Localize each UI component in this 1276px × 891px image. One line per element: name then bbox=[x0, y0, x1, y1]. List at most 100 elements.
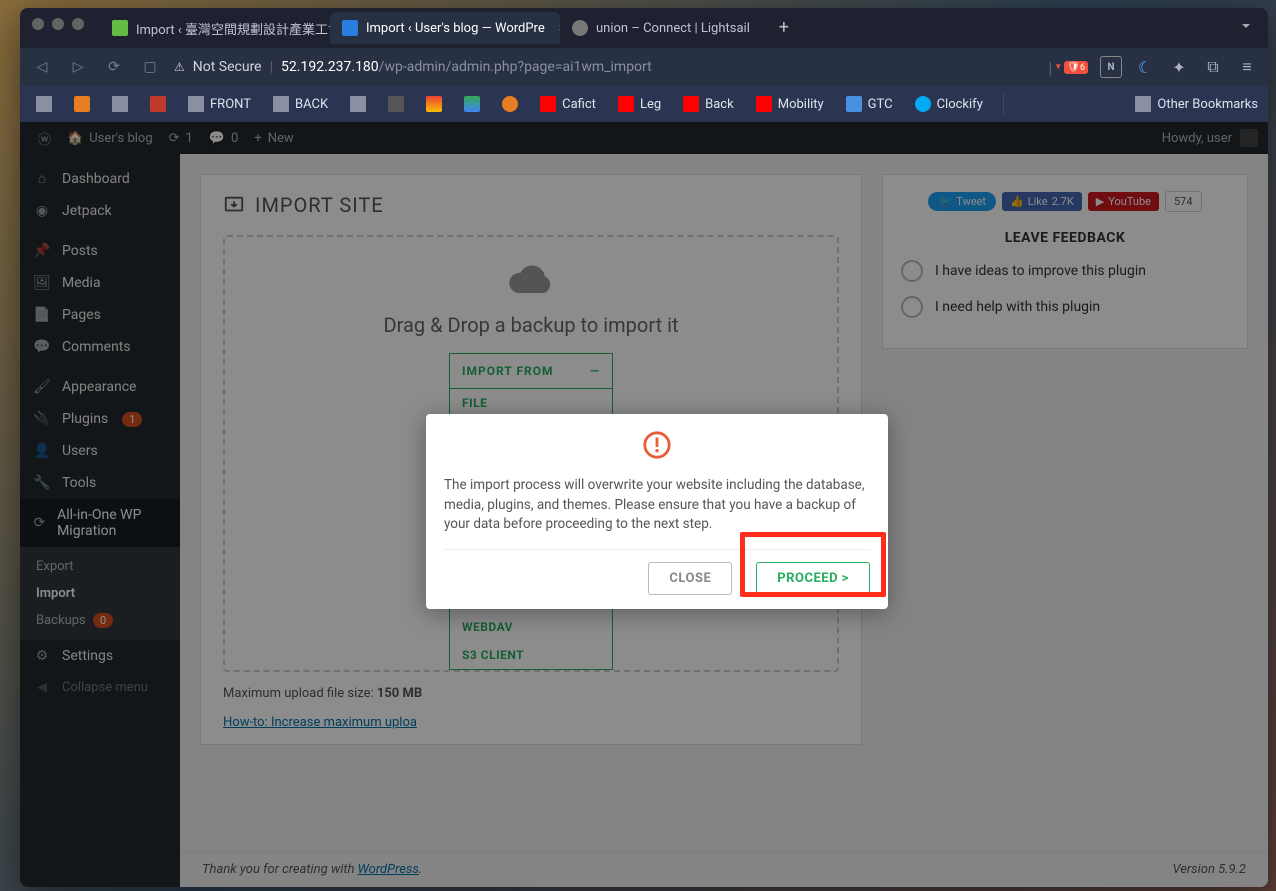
bm-folder-1[interactable] bbox=[30, 92, 58, 116]
traffic-max[interactable] bbox=[72, 18, 84, 30]
pip-icon[interactable]: ⧉ bbox=[1202, 56, 1224, 78]
bm-2[interactable] bbox=[68, 92, 96, 116]
bm-leg[interactable]: Leg bbox=[612, 92, 667, 116]
bm-back[interactable]: BACK bbox=[267, 92, 334, 116]
feedback-heading: LEAVE FEEDBACK bbox=[901, 230, 1229, 246]
url-display[interactable]: ⚠ Not Secure | 52.192.237.180/wp-admin/a… bbox=[174, 59, 1036, 75]
wp-admin-bar: ⓦ 🏠 User's blog ⟳ 1 💬 0 + New Howdy, use… bbox=[20, 122, 1268, 154]
howdy-label[interactable]: Howdy, user bbox=[1162, 131, 1232, 146]
bm-7[interactable] bbox=[382, 92, 410, 116]
wp-logo[interactable]: ⓦ bbox=[30, 129, 59, 148]
new-tab-button[interactable]: + bbox=[770, 14, 798, 42]
menu-comments[interactable]: 💬Comments bbox=[20, 331, 180, 363]
menu-media[interactable]: 🖼Media bbox=[20, 267, 180, 299]
youtube-count: 574 bbox=[1165, 191, 1202, 212]
plugins-badge: 1 bbox=[122, 412, 142, 427]
submenu-export[interactable]: Export bbox=[20, 553, 180, 580]
import-from-header[interactable]: IMPORT FROM— bbox=[450, 354, 612, 389]
address-bar: ◁ ▷ ⟳ ▢ ⚠ Not Secure | 52.192.237.180/wp… bbox=[20, 48, 1268, 86]
submenu-backups[interactable]: Backups 0 bbox=[20, 607, 180, 634]
opt-s3[interactable]: S3 CLIENT bbox=[450, 641, 612, 669]
bm-4[interactable] bbox=[144, 92, 172, 116]
social-buttons: 🐦 Tweet 👍 Like 2.7K ▶ YouTube 574 bbox=[901, 191, 1229, 212]
ai1wm-submenu: Export Import Backups 0 bbox=[20, 547, 180, 640]
menu-users[interactable]: 👤Users bbox=[20, 435, 180, 467]
updates-link[interactable]: ⟳ 1 bbox=[161, 131, 201, 146]
modal-text: The import process will overwrite your w… bbox=[444, 476, 870, 535]
forward-button[interactable]: ▷ bbox=[66, 59, 90, 75]
menu-posts[interactable]: 📌Posts bbox=[20, 235, 180, 267]
traffic-lights bbox=[32, 18, 84, 30]
import-icon bbox=[223, 194, 245, 216]
bm-gtc[interactable]: GTC bbox=[840, 92, 899, 116]
tweet-button[interactable]: 🐦 Tweet bbox=[928, 192, 996, 211]
wordpress-link[interactable]: WordPress bbox=[358, 862, 419, 877]
moon-icon[interactable]: ☾ bbox=[1134, 56, 1156, 78]
wp-footer: Thank you for creating with WordPress. V… bbox=[180, 851, 1268, 887]
version-label: Version 5.9.2 bbox=[1172, 862, 1246, 877]
brave-shield[interactable]: 🛡6 bbox=[1064, 61, 1088, 74]
menu-appearance[interactable]: 🖌Appearance bbox=[20, 371, 180, 403]
proceed-button[interactable]: PROCEED > bbox=[756, 562, 870, 595]
tab-0-title: Import ‹ 臺灣空間規劃設計產業工會 — bbox=[136, 19, 330, 38]
reload-button[interactable]: ⟳ bbox=[102, 59, 126, 75]
menu-jetpack[interactable]: ◉Jetpack bbox=[20, 195, 180, 227]
bm-back2[interactable]: Back bbox=[677, 92, 740, 116]
bookmarks-bar: FRONT BACK Cafict Leg Back Mobility GTC … bbox=[20, 86, 1268, 122]
avatar[interactable] bbox=[1240, 129, 1258, 147]
youtube-button[interactable]: ▶ YouTube bbox=[1088, 192, 1159, 211]
menu-settings[interactable]: ⚙Settings bbox=[20, 640, 180, 672]
traffic-min[interactable] bbox=[52, 18, 64, 30]
tab-0[interactable]: Import ‹ 臺灣空間規劃設計產業工會 — bbox=[100, 12, 330, 44]
opt-file[interactable]: FILE bbox=[450, 389, 612, 417]
tab-1[interactable]: Import ‹ User's blog — WordPre × bbox=[330, 12, 560, 44]
warning-icon bbox=[444, 430, 870, 464]
feedback-opt-help[interactable]: I need help with this plugin bbox=[901, 296, 1229, 318]
submenu-import[interactable]: Import bbox=[20, 580, 180, 607]
menu-plugins[interactable]: 🔌Plugins1 bbox=[20, 403, 180, 435]
new-link[interactable]: + New bbox=[246, 131, 301, 146]
bookmark-icon[interactable]: ▢ bbox=[138, 59, 162, 75]
menu-pages[interactable]: 📄Pages bbox=[20, 299, 180, 331]
extensions-icon[interactable]: ✦ bbox=[1168, 56, 1190, 78]
traffic-close[interactable] bbox=[32, 18, 44, 30]
back-button[interactable]: ◁ bbox=[30, 59, 54, 75]
cloud-upload-icon bbox=[509, 263, 553, 299]
minus-icon: — bbox=[590, 364, 600, 378]
confirm-modal: The import process will overwrite your w… bbox=[426, 414, 888, 609]
menu-collapse[interactable]: ◀Collapse menu bbox=[20, 672, 180, 703]
not-secure-label: Not Secure bbox=[193, 59, 262, 75]
bm-10[interactable] bbox=[496, 92, 524, 116]
close-button[interactable]: CLOSE bbox=[648, 562, 732, 595]
menu-dashboard[interactable]: ⌂Dashboard bbox=[20, 162, 180, 195]
bm-3[interactable] bbox=[106, 92, 134, 116]
menu-ai1wm[interactable]: ⟳All-in-One WP Migration bbox=[20, 499, 180, 547]
feedback-opt-ideas[interactable]: I have ideas to improve this plugin bbox=[901, 260, 1229, 282]
other-bookmarks[interactable]: Other Bookmarks bbox=[1135, 96, 1258, 112]
bm-8[interactable] bbox=[420, 92, 448, 116]
bm-clockify[interactable]: Clockify bbox=[909, 92, 989, 116]
site-link[interactable]: 🏠 User's blog bbox=[59, 131, 161, 146]
warning-icon: ⚠ bbox=[174, 60, 185, 74]
url-path: /wp-admin/admin.php?page=ai1wm_import bbox=[379, 59, 652, 75]
url-host: 52.192.237.180 bbox=[281, 59, 379, 75]
menu-tools[interactable]: 🔧Tools bbox=[20, 467, 180, 499]
tab-2[interactable]: union – Connect | Lightsail bbox=[560, 12, 762, 44]
menu-icon[interactable]: ≡ bbox=[1236, 56, 1258, 78]
bm-folder-6[interactable] bbox=[344, 92, 372, 116]
bm-front[interactable]: FRONT bbox=[182, 92, 257, 116]
opt-webdav[interactable]: WEBDAV bbox=[450, 613, 612, 641]
like-button[interactable]: 👍 Like 2.7K bbox=[1002, 192, 1082, 211]
browser-window: Import ‹ 臺灣空間規劃設計產業工會 — Import ‹ User's … bbox=[20, 8, 1268, 887]
bm-9[interactable] bbox=[458, 92, 486, 116]
tab-1-title: Import ‹ User's blog — WordPre bbox=[366, 21, 545, 36]
comments-link[interactable]: 💬 0 bbox=[201, 131, 247, 146]
howto-link[interactable]: How-to: Increase maximum uploa bbox=[223, 715, 417, 730]
bm-cafict[interactable]: Cafict bbox=[534, 92, 602, 116]
tabs-overflow-icon[interactable] bbox=[1238, 18, 1254, 38]
notion-icon[interactable]: N bbox=[1100, 56, 1122, 78]
tab-bar: Import ‹ 臺灣空間規劃設計產業工會 — Import ‹ User's … bbox=[20, 8, 1268, 48]
upload-meta: Maximum upload file size: 150 MB bbox=[223, 686, 839, 701]
bm-mobility[interactable]: Mobility bbox=[750, 92, 830, 116]
page-title: IMPORT SITE bbox=[223, 193, 839, 217]
